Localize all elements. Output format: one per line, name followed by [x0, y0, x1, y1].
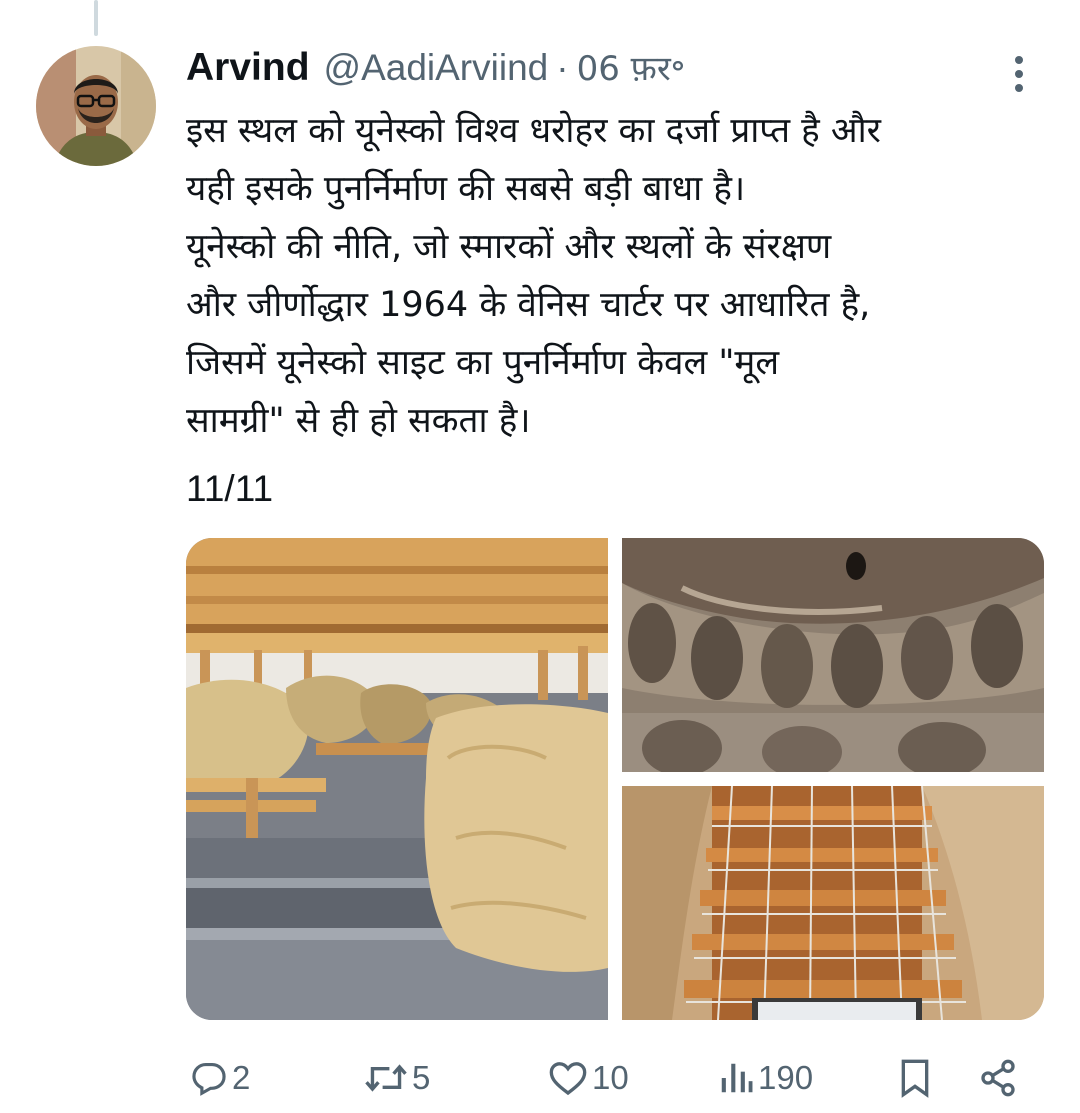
author-handle[interactable]: @AadiArviind — [324, 47, 549, 89]
like-button[interactable]: 10 — [548, 1050, 629, 1106]
views-count: 190 — [758, 1059, 814, 1096]
photo-scaffolding-in-niche[interactable] — [622, 786, 1044, 1020]
share-button[interactable] — [978, 1050, 1018, 1106]
bookmark-icon — [901, 1059, 929, 1098]
media-grid — [186, 538, 1044, 1020]
like-count: 10 — [592, 1059, 629, 1096]
photo-rock-fragments-under-wooden-shelter[interactable] — [186, 538, 608, 1020]
photo-carved-niches-dome[interactable] — [622, 538, 1044, 772]
heart-icon — [549, 1062, 587, 1096]
tweet-header: Arvind @AadiArviind · 06 फ़र॰ — [186, 44, 685, 96]
author-name[interactable]: Arvind — [186, 46, 310, 90]
repost-icon — [365, 1064, 407, 1092]
views-icon — [721, 1063, 753, 1093]
more-vertical-icon[interactable] — [1004, 52, 1034, 96]
reply-count: 2 — [232, 1059, 251, 1096]
repost-count: 5 — [412, 1059, 431, 1096]
repost-button[interactable]: 5 — [364, 1050, 430, 1106]
avatar[interactable] — [36, 46, 156, 166]
views-button[interactable]: 190 — [718, 1050, 813, 1106]
action-bar: 2 5 10 190 — [186, 1050, 1044, 1106]
share-icon — [981, 1059, 1015, 1097]
header-separator: · — [556, 47, 569, 88]
reply-button[interactable]: 2 — [190, 1050, 250, 1106]
reply-icon — [192, 1062, 226, 1096]
thread-counter: 11/11 — [186, 468, 274, 509]
bookmark-button[interactable] — [898, 1050, 932, 1106]
tweet-text: इस स्थल को यूनेस्को विश्व धरोहर का दर्जा… — [186, 111, 881, 441]
thread-connector-line — [94, 0, 98, 36]
tweet-date[interactable]: 06 फ़र॰ — [577, 44, 686, 90]
